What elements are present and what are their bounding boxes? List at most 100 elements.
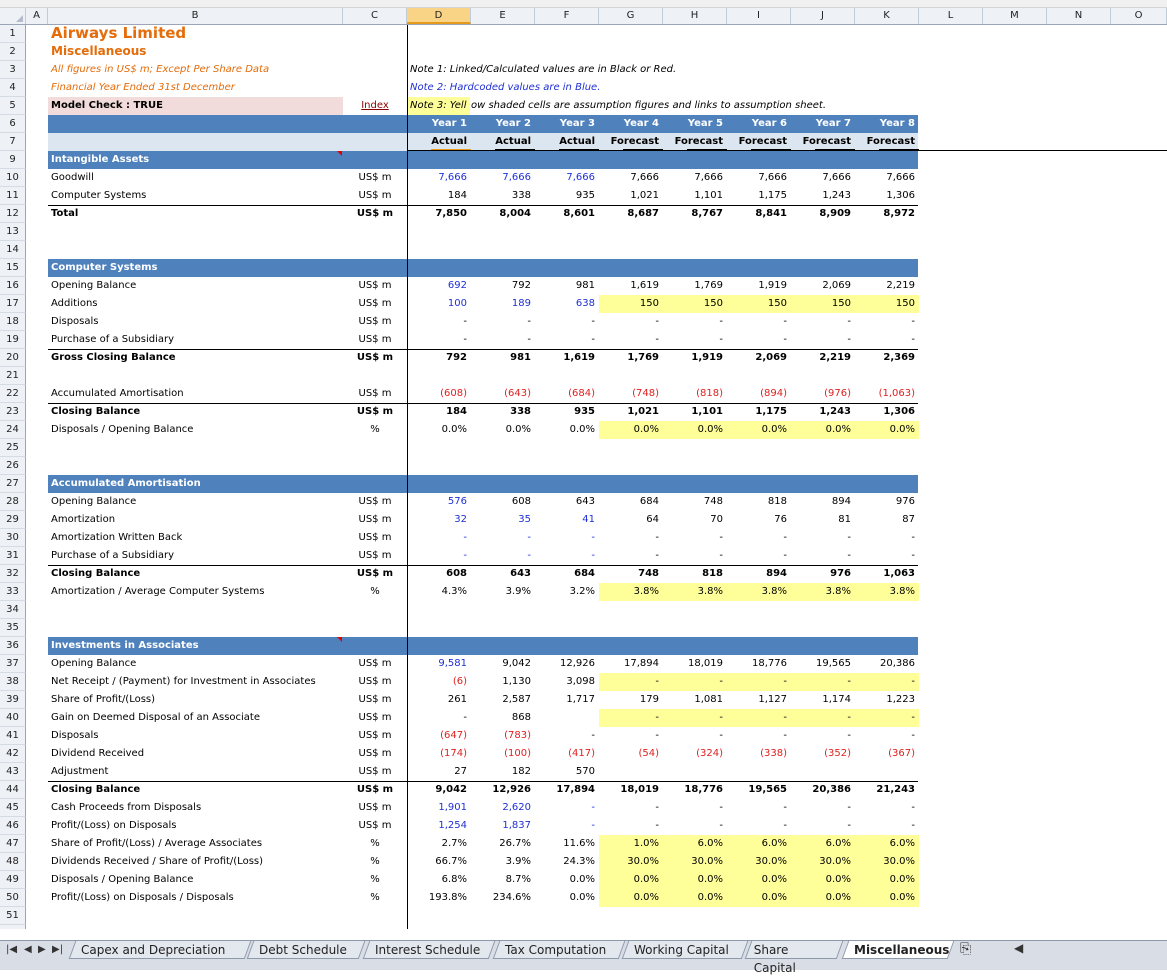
last-sheet-icon[interactable]: ▶| <box>52 944 63 955</box>
row-header[interactable]: 4 <box>0 79 26 97</box>
value-cell[interactable]: 41 <box>535 511 599 529</box>
value-cell[interactable]: (818) <box>663 385 727 403</box>
value-cell[interactable]: 2,587 <box>471 691 535 709</box>
value-cell[interactable]: 1,081 <box>663 691 727 709</box>
value-cell[interactable]: - <box>535 727 599 745</box>
value-cell[interactable]: - <box>599 673 663 691</box>
value-cell[interactable]: 0.0% <box>407 421 471 439</box>
value-cell[interactable]: - <box>599 331 663 349</box>
value-cell[interactable]: 189 <box>471 295 535 313</box>
column-header-m[interactable]: M <box>983 8 1047 24</box>
value-cell[interactable]: 8.7% <box>471 871 535 889</box>
value-cell[interactable]: 1,243 <box>791 403 855 421</box>
value-cell[interactable]: 30.0% <box>855 853 919 871</box>
row-header[interactable]: 47 <box>0 835 26 853</box>
column-header-a[interactable]: A <box>26 8 48 24</box>
value-cell[interactable]: 1,769 <box>599 349 663 367</box>
row-header[interactable]: 11 <box>0 187 26 205</box>
value-cell[interactable]: 27 <box>407 763 471 781</box>
value-cell[interactable]: 150 <box>599 295 663 313</box>
value-cell[interactable]: 1,306 <box>855 403 919 421</box>
value-cell[interactable]: 12,926 <box>535 655 599 673</box>
value-cell[interactable]: 18,019 <box>663 655 727 673</box>
value-cell[interactable] <box>663 763 727 781</box>
sheet-tab[interactable]: Tax Computation <box>492 941 626 959</box>
value-cell[interactable]: 7,666 <box>407 169 471 187</box>
value-cell[interactable]: 1,901 <box>407 799 471 817</box>
row-header[interactable]: 23 <box>0 403 26 421</box>
value-cell[interactable]: - <box>663 817 727 835</box>
value-cell[interactable]: 608 <box>471 493 535 511</box>
value-cell[interactable]: 7,666 <box>663 169 727 187</box>
value-cell[interactable]: (643) <box>471 385 535 403</box>
value-cell[interactable]: - <box>535 331 599 349</box>
value-cell[interactable]: 7,666 <box>471 169 535 187</box>
value-cell[interactable]: 150 <box>855 295 919 313</box>
sheet-tab[interactable]: Working Capital <box>621 941 749 959</box>
first-sheet-icon[interactable]: |◀ <box>6 944 17 955</box>
value-cell[interactable]: - <box>855 727 919 745</box>
value-cell[interactable]: 30.0% <box>791 853 855 871</box>
value-cell[interactable]: 81 <box>791 511 855 529</box>
row-header[interactable]: 48 <box>0 853 26 871</box>
value-cell[interactable]: 76 <box>727 511 791 529</box>
value-cell[interactable]: 182 <box>471 763 535 781</box>
row-header[interactable]: 5 <box>0 97 26 115</box>
value-cell[interactable]: 6.0% <box>663 835 727 853</box>
value-cell[interactable]: - <box>663 709 727 727</box>
row-header[interactable]: 12 <box>0 205 26 223</box>
value-cell[interactable]: 1,101 <box>663 403 727 421</box>
value-cell[interactable]: 1,063 <box>855 565 919 583</box>
value-cell[interactable]: - <box>791 529 855 547</box>
value-cell[interactable]: 9,042 <box>471 655 535 673</box>
column-header-l[interactable]: L <box>919 8 983 24</box>
value-cell[interactable]: 792 <box>471 277 535 295</box>
value-cell[interactable]: 20,386 <box>791 781 855 799</box>
value-cell[interactable]: - <box>599 709 663 727</box>
value-cell[interactable]: 8,004 <box>471 205 535 223</box>
value-cell[interactable]: 8,601 <box>535 205 599 223</box>
value-cell[interactable]: 17,894 <box>535 781 599 799</box>
value-cell[interactable]: - <box>855 709 919 727</box>
spreadsheet-grid[interactable]: 1 2 3 4 5 6 7 9 10 11 12 13 14 15 16 17 18 19 20 21 22 23 24 25… <box>0 25 1167 929</box>
row-header[interactable]: 25 <box>0 439 26 457</box>
sheet-tab[interactable]: Interest Schedule <box>362 941 496 959</box>
value-cell[interactable]: 1,837 <box>471 817 535 835</box>
row-header[interactable]: 15 <box>0 259 26 277</box>
value-cell[interactable]: 0.0% <box>855 421 919 439</box>
value-cell[interactable]: - <box>663 799 727 817</box>
value-cell[interactable]: 1,769 <box>663 277 727 295</box>
value-cell[interactable]: 692 <box>407 277 471 295</box>
hscroll-left-icon[interactable]: ◀ <box>1014 941 1023 955</box>
insert-sheet-icon[interactable]: ⎘ <box>960 941 971 957</box>
row-header[interactable]: 20 <box>0 349 26 367</box>
value-cell[interactable]: 1,101 <box>663 187 727 205</box>
value-cell[interactable]: 338 <box>471 403 535 421</box>
value-cell[interactable]: 2,369 <box>855 349 919 367</box>
value-cell[interactable]: 7,850 <box>407 205 471 223</box>
value-cell[interactable]: 20,386 <box>855 655 919 673</box>
value-cell[interactable]: - <box>855 547 919 565</box>
value-cell[interactable]: 2,620 <box>471 799 535 817</box>
value-cell[interactable]: - <box>791 547 855 565</box>
value-cell[interactable]: (352) <box>791 745 855 763</box>
row-header[interactable]: 33 <box>0 583 26 601</box>
value-cell[interactable]: 684 <box>599 493 663 511</box>
value-cell[interactable]: 179 <box>599 691 663 709</box>
value-cell[interactable]: 0.0% <box>535 421 599 439</box>
value-cell[interactable]: (338) <box>727 745 791 763</box>
value-cell[interactable]: 3.2% <box>535 583 599 601</box>
value-cell[interactable]: 976 <box>791 565 855 583</box>
column-header-c[interactable]: C <box>343 8 407 24</box>
value-cell[interactable]: 3.8% <box>599 583 663 601</box>
row-header[interactable]: 16 <box>0 277 26 295</box>
value-cell[interactable]: 894 <box>727 565 791 583</box>
value-cell[interactable]: 570 <box>535 763 599 781</box>
value-cell[interactable]: - <box>791 799 855 817</box>
value-cell[interactable]: 9,042 <box>407 781 471 799</box>
value-cell[interactable]: 184 <box>407 403 471 421</box>
value-cell[interactable]: - <box>599 727 663 745</box>
value-cell[interactable]: 100 <box>407 295 471 313</box>
value-cell[interactable]: - <box>855 529 919 547</box>
value-cell[interactable]: - <box>855 817 919 835</box>
